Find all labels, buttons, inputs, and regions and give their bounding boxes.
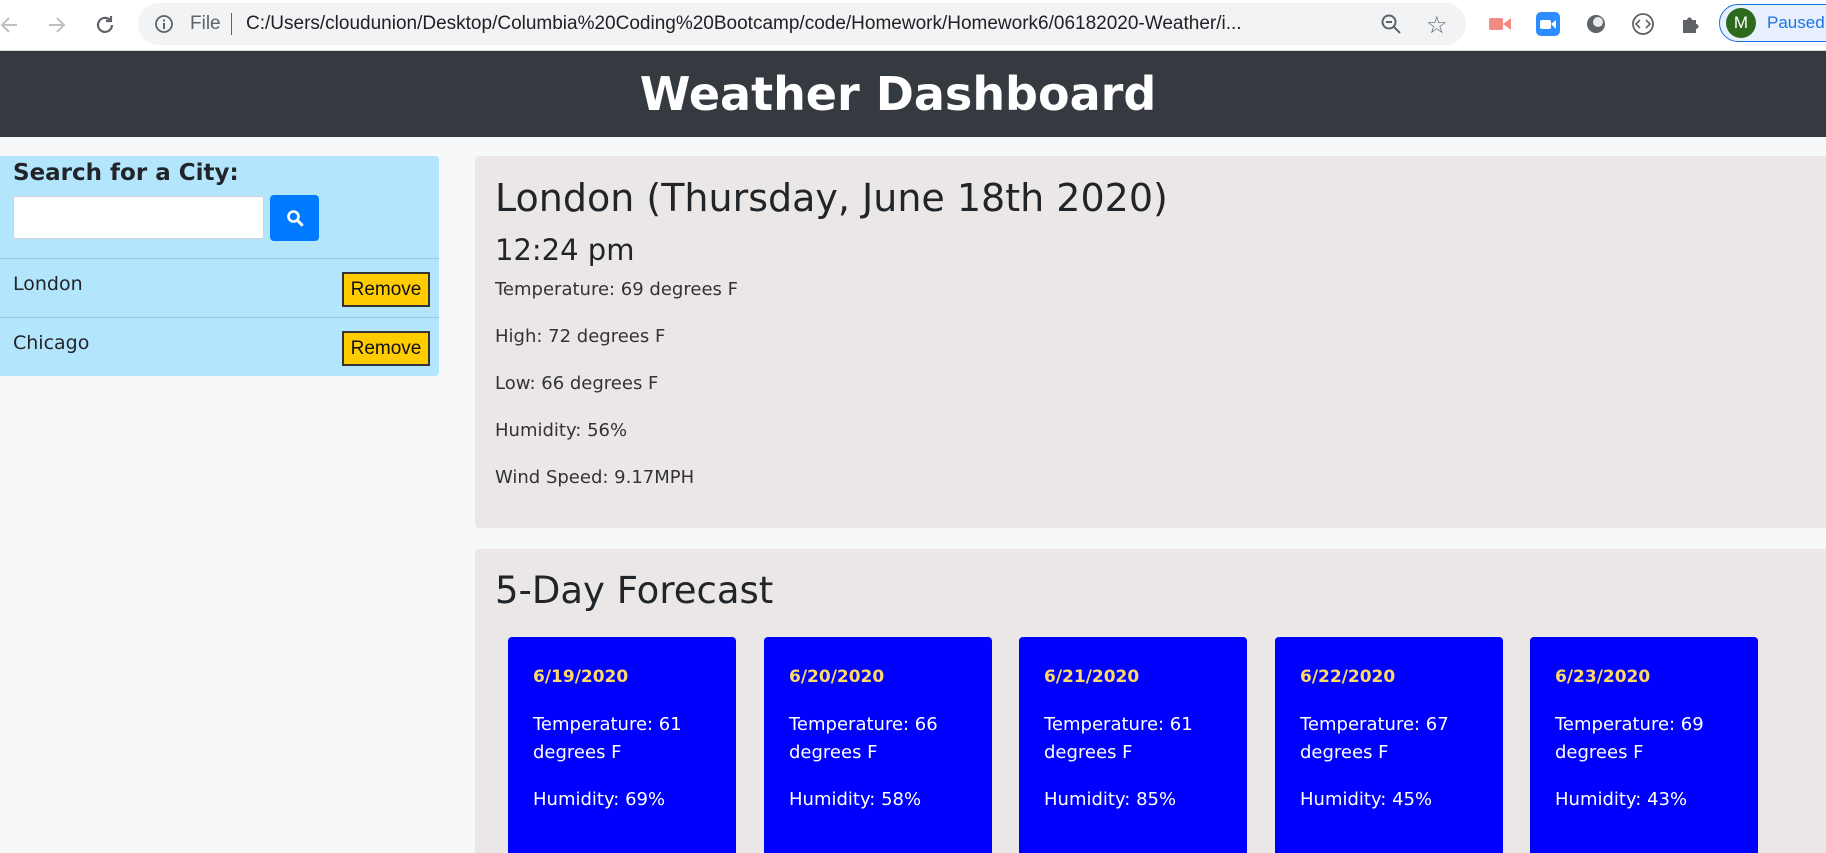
zoom-extension-icon[interactable] [1535,11,1561,37]
browser-toolbar: File C:/Users/cloudunion/Desktop/Columbi… [0,0,1826,51]
forecast-card: 6/22/2020 Temperature: 67 degrees F Humi… [1275,637,1503,853]
current-time: 12:24 pm [495,233,635,267]
forecast-humidity: Humidity: 58% [789,789,922,810]
forecast-card: 6/21/2020 Temperature: 61 degrees F Humi… [1019,637,1247,853]
back-icon[interactable] [0,10,24,40]
forecast-humidity: Humidity: 43% [1555,789,1688,810]
forecast-date: 6/19/2020 [533,667,629,687]
forecast-date: 6/22/2020 [1300,667,1396,687]
current-wind-speed: Wind Speed: 9.17MPH [495,467,695,488]
forecast-date: 6/20/2020 [789,667,885,687]
reload-icon[interactable] [90,10,120,40]
city-sidebar: Search for a City: London Remove Chicago… [0,156,439,376]
profile-button[interactable]: M Paused [1719,4,1826,42]
avatar: M [1726,8,1756,38]
current-low: Low: 66 degrees F [495,373,659,394]
profile-status: Paused [1767,13,1825,32]
forecast-date: 6/23/2020 [1555,667,1651,687]
address-bar[interactable]: File C:/Users/cloudunion/Desktop/Columbi… [138,3,1466,45]
zoom-icon[interactable] [1380,13,1402,39]
search-label: Search for a City: [13,160,239,186]
current-humidity: Humidity: 56% [495,420,628,441]
forecast-date: 6/21/2020 [1044,667,1140,687]
current-high: High: 72 degrees F [495,326,666,347]
file-label: File [190,13,221,34]
forward-icon[interactable] [42,10,72,40]
forecast-temperature: Temperature: 61 degrees F [1044,714,1193,763]
forecast-temperature: Temperature: 61 degrees F [533,714,682,763]
search-icon [286,210,303,227]
current-temperature: Temperature: 69 degrees F [495,279,738,300]
city-search-input[interactable] [13,196,264,239]
forecast-card: 6/23/2020 Temperature: 69 degrees F Humi… [1530,637,1758,853]
screen-record-extension-icon[interactable] [1487,11,1513,37]
forecast-humidity: Humidity: 69% [533,789,666,810]
forecast-temperature: Temperature: 69 degrees F [1555,714,1704,763]
forecast-card: 6/20/2020 Temperature: 66 degrees F Humi… [764,637,992,853]
current-weather-panel: London (Thursday, June 18th 2020) 12:24 … [475,156,1826,528]
city-name[interactable]: Chicago [13,332,89,354]
forecast-card: 6/19/2020 Temperature: 61 degrees F Humi… [508,637,736,853]
city-list-item[interactable]: London Remove [0,258,439,317]
city-name[interactable]: London [13,273,83,295]
omnibox-divider [231,13,232,35]
circle-extension-icon[interactable] [1583,11,1609,37]
city-list-item[interactable]: Chicago Remove [0,317,439,376]
forecast-title: 5-Day Forecast [495,569,774,612]
forecast-temperature: Temperature: 67 degrees F [1300,714,1449,763]
code-extension-icon[interactable] [1630,11,1656,37]
remove-city-button[interactable]: Remove [342,272,430,307]
forecast-panel: 5-Day Forecast 6/19/2020 Temperature: 61… [475,549,1826,853]
extensions-puzzle-icon[interactable] [1678,11,1704,37]
info-icon[interactable] [154,14,174,34]
forecast-temperature: Temperature: 66 degrees F [789,714,938,763]
bookmark-star-icon[interactable]: ☆ [1426,11,1448,39]
app-header: Weather Dashboard [0,51,1826,137]
page-title: Weather Dashboard [639,67,1157,121]
remove-city-button[interactable]: Remove [342,331,430,366]
search-button[interactable] [270,195,319,241]
current-city-title: London (Thursday, June 18th 2020) [495,176,1168,220]
forecast-humidity: Humidity: 45% [1300,789,1433,810]
url-text[interactable]: C:/Users/cloudunion/Desktop/Columbia%20C… [246,13,1246,35]
forecast-humidity: Humidity: 85% [1044,789,1177,810]
